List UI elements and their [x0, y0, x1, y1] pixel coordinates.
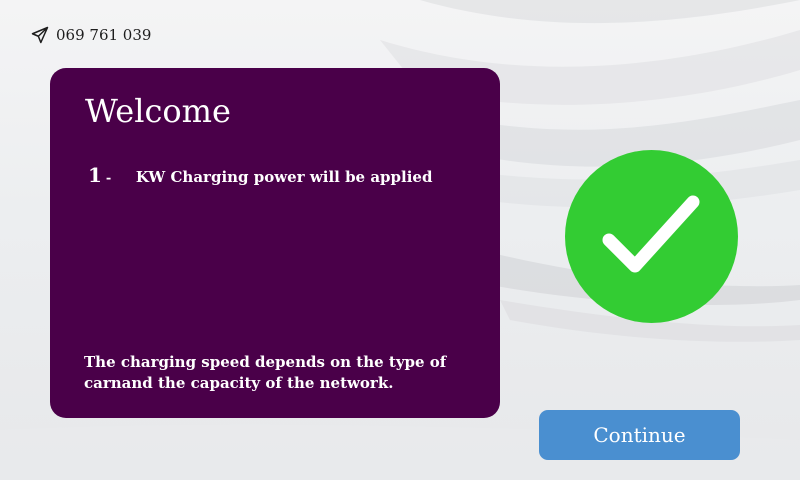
charging-note: The charging speed depends on the type o… [84, 353, 447, 392]
item-text: KW Charging power will be applied [135, 168, 433, 186]
success-badge [565, 150, 738, 323]
item-number: 1 [88, 163, 102, 187]
phone-number: 069 761 039 [56, 26, 152, 44]
welcome-card: Welcome 1 - KW Charging power will be ap… [50, 68, 500, 418]
info-item: 1 - KW Charging power will be applied [88, 163, 432, 187]
phone-contact: 069 761 039 [30, 25, 151, 45]
continue-button[interactable]: Continue [539, 410, 740, 460]
item-separator: - [105, 171, 112, 186]
card-title: Welcome [85, 92, 231, 130]
send-icon [30, 25, 50, 45]
checkmark-icon [602, 195, 700, 273]
